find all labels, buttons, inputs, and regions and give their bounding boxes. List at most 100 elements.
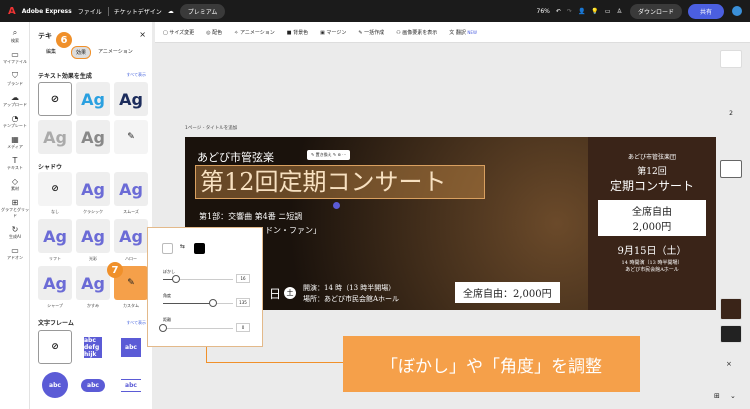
layer-thumb-stub[interactable] (720, 298, 742, 320)
frame-multi[interactable]: abc defg hijk (84, 336, 102, 358)
tip-icon[interactable]: 💡 (591, 8, 598, 15)
shadow-haze[interactable]: Ag (76, 266, 110, 300)
frame-none[interactable]: ⊘ (38, 330, 72, 364)
tab-effects[interactable]: 効果 (71, 46, 92, 59)
close-icon[interactable]: × (726, 360, 732, 368)
distance-input[interactable]: 0 (236, 323, 250, 332)
callout-connector (206, 362, 343, 363)
chevron-down-icon[interactable]: ⌄ (730, 392, 736, 400)
toolbar-color[interactable]: ◎ 配色 (206, 29, 222, 36)
price-box[interactable]: 全席自由：2,000円 (455, 282, 560, 303)
tab-edit[interactable]: 編集 (46, 48, 56, 55)
rail-addons[interactable]: ▭ アドオン (0, 246, 30, 261)
shadow-color-light[interactable] (162, 243, 173, 254)
rail-brand[interactable]: ⛉ ブランド (0, 71, 30, 87)
toolbar-animation[interactable]: ✧ アニメーション (234, 29, 275, 36)
toolbar-bulk-create[interactable]: ✎ 一括作成 (358, 29, 384, 36)
undo-icon[interactable]: ↶ (556, 8, 561, 15)
date-day[interactable]: 日 (269, 285, 281, 302)
rail-elements[interactable]: ◇ 素材 (0, 177, 30, 192)
angle-input[interactable]: 135 (236, 298, 250, 307)
rail-gen-ai[interactable]: ↻ 生成AI (0, 225, 30, 240)
effect-silver[interactable]: Ag (38, 120, 72, 154)
rail-templates[interactable]: ◔ テンプレート (0, 114, 30, 129)
distance-slider[interactable] (159, 324, 233, 332)
gen-effects-title: テキスト効果を生成 (38, 73, 92, 80)
weekday-badge[interactable]: 土 (284, 287, 296, 299)
program-line-1[interactable]: 第1部：交響曲 第4番 ニ短調 (199, 211, 302, 222)
adobe-logo-icon: A (8, 5, 16, 17)
zoom-select[interactable]: 76% (537, 8, 550, 15)
stub-free: 全席自由 (632, 207, 672, 218)
layer-thumb[interactable] (720, 50, 742, 68)
toolbar-show-elements[interactable]: ⚇ 画像要素を表示 (396, 29, 437, 36)
slider-knob[interactable] (159, 324, 167, 332)
rail-media[interactable]: ▦ メディア (0, 135, 30, 150)
shadow-halo[interactable]: Ag (114, 219, 148, 253)
distance-label: 距離 (163, 317, 171, 322)
doc-title[interactable]: チケットデザイン (107, 6, 162, 16)
download-button[interactable]: ダウンロード (629, 3, 682, 19)
slider-knob[interactable] (172, 275, 181, 283)
layer-thumb[interactable] (720, 160, 742, 178)
effect-metal[interactable]: Ag (76, 120, 110, 154)
slider-knob[interactable] (208, 299, 217, 307)
frame-box[interactable]: abc (121, 337, 141, 357)
close-icon[interactable]: × (139, 30, 146, 39)
collab-icon[interactable]: 👤 (578, 8, 585, 15)
see-all-link[interactable]: すべて表示 (126, 320, 146, 326)
shadow-glow[interactable]: Ag (76, 219, 110, 253)
layer-thumb-banner[interactable] (720, 325, 742, 343)
text-mini-toolbar[interactable]: ✎ 置き換え ✎ ⊚ ⋯ (307, 150, 351, 160)
comment-icon[interactable]: ▭ (605, 8, 611, 15)
grid-view-icon[interactable]: ⊞ (714, 392, 720, 400)
toolbar-margin[interactable]: ▣ マージン (320, 29, 346, 36)
swap-icon[interactable]: ⇆ (180, 243, 185, 250)
toolbar-resize[interactable]: ▢ サイズ変更 (163, 29, 194, 36)
step-badge-6: 6 (56, 32, 72, 48)
effect-blue[interactable]: Ag (76, 82, 110, 116)
media-icon: ▦ (11, 135, 19, 144)
avatar[interactable] (732, 6, 742, 16)
toolbar-translate[interactable]: 文 翻訳 NEW (449, 29, 477, 36)
upload-icon: ☁ (11, 93, 19, 102)
frame-lines[interactable]: abc (121, 378, 141, 392)
tab-animation[interactable]: アニメーション (98, 48, 133, 55)
rail-upload[interactable]: ☁ アップロード (0, 93, 30, 108)
blur-input[interactable]: 16 (236, 274, 250, 283)
rail-my-files[interactable]: ▭ マイファイル (0, 50, 30, 65)
see-all-link[interactable]: すべて表示 (126, 72, 146, 78)
redo-icon[interactable]: ↷ (567, 8, 572, 15)
shadow-color-black[interactable] (194, 243, 205, 254)
org-name[interactable]: あどび市管弦楽 (197, 149, 274, 165)
time-text[interactable]: 開演：14 時（13 時半開場） (303, 283, 395, 293)
shadow-classic[interactable]: Ag (76, 172, 110, 206)
breadcrumb[interactable]: 1ページ - タイトルを追加 (185, 125, 237, 131)
frame-title: 文字フレーム (38, 320, 74, 327)
frame-circle[interactable]: abc (42, 372, 68, 398)
ticket-stub[interactable]: あどび市管弦楽団 第12回 定期コンサート 全席自由 2,000円 9月15日（… (588, 137, 716, 310)
shadow-label: カスタム (123, 303, 139, 308)
effect-custom[interactable]: ✎ (114, 120, 148, 154)
frame-pill[interactable]: abc (81, 378, 105, 392)
program-line-2[interactable]: ドン・ファン」 (265, 225, 321, 236)
rail-search[interactable]: ⌕ 検索 (0, 28, 30, 44)
rotate-handle[interactable] (333, 202, 340, 209)
shadow-lift[interactable]: Ag (38, 219, 72, 253)
shadow-smooth[interactable]: Ag (114, 172, 148, 206)
effect-navy[interactable]: Ag (114, 82, 148, 116)
person-icon[interactable]: ♙ (617, 8, 622, 15)
concert-title[interactable]: 第12回定期コンサート (195, 165, 485, 199)
effect-none[interactable]: ⊘ (38, 82, 72, 116)
toolbar-bg-color[interactable]: ■ 背景色 (287, 29, 308, 36)
premium-button[interactable]: プレミアム (179, 3, 226, 19)
blur-slider[interactable] (163, 275, 233, 283)
shadow-sharp[interactable]: Ag (38, 266, 72, 300)
venue-text[interactable]: 場所：あどび市民会館Aホール (303, 294, 399, 304)
shadow-none[interactable]: ⊘ (38, 172, 72, 206)
rail-grid[interactable]: ⊞ グラフとグリッド (0, 198, 30, 219)
rail-text[interactable]: T テキスト (0, 156, 30, 171)
file-menu[interactable]: ファイル (78, 7, 102, 16)
angle-slider[interactable] (163, 299, 233, 307)
share-button[interactable]: 共有 (687, 3, 724, 19)
